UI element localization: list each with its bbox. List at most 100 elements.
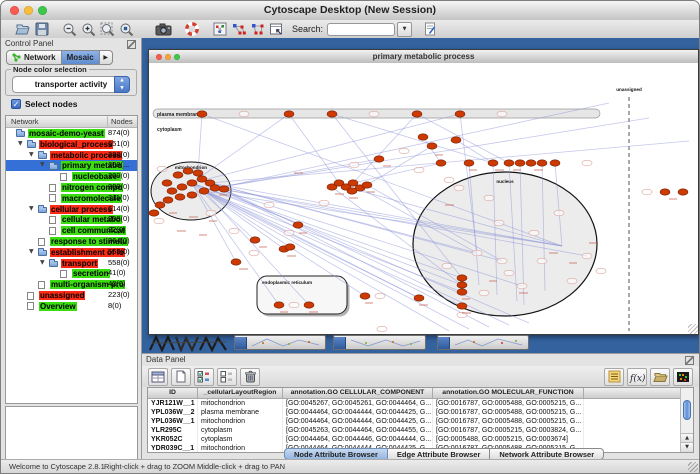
birds-eye-view[interactable]	[5, 406, 138, 463]
unselect-attributes-icon[interactable]	[217, 368, 237, 386]
network-node[interactable]	[347, 188, 357, 194]
open-file-icon[interactable]	[13, 21, 32, 38]
network-node[interactable]	[274, 302, 284, 308]
minimized-network-thumbnail[interactable]	[148, 334, 230, 352]
network-node[interactable]	[526, 160, 536, 166]
tree-row-overview[interactable]: Overview8(0)	[6, 301, 137, 312]
network-node[interactable]	[464, 160, 474, 166]
tree-row-macromolecule[interactable]: macromolecule311(0)	[6, 193, 137, 204]
table-row[interactable]: YJR121W__1mitochondrion[GO:0045267, GO:0…	[148, 399, 693, 408]
table-scrollbar[interactable]: ▲ ▼	[680, 388, 693, 452]
network-node[interactable]	[427, 143, 437, 149]
network-node[interactable]	[193, 170, 203, 176]
network-node[interactable]	[455, 111, 465, 117]
network-node[interactable]	[660, 189, 670, 195]
layout-2-icon[interactable]	[248, 21, 267, 38]
attribute-list-icon[interactable]	[604, 368, 624, 386]
expand-triangle-icon[interactable]: ▼	[18, 139, 23, 150]
network-node[interactable]	[197, 111, 207, 117]
tree-row-mosaic-demo-yeast[interactable]: mosaic-demo-yeast874(0)	[6, 128, 137, 139]
network-view-window[interactable]: primary metabolic process plasma membran…	[148, 49, 699, 335]
new-attribute-icon[interactable]	[171, 368, 191, 386]
tree-row-response-to-stimulu[interactable]: response to stimulu264(0)	[6, 236, 137, 247]
tree-row-biological-process[interactable]: ▼biological_process651(0)	[6, 139, 137, 150]
tree-row-cellular-process[interactable]: ▼cellular process614(0)	[6, 204, 137, 215]
tab-network[interactable]: Network	[6, 50, 62, 65]
network-node[interactable]	[250, 237, 260, 243]
scrollbar-thumb[interactable]	[683, 400, 691, 420]
network-node[interactable]	[187, 180, 197, 186]
tree-row-multi-organism-pro[interactable]: multi-organism pro42(0)	[6, 279, 137, 290]
network-node[interactable]	[678, 189, 688, 195]
select-attributes-icon[interactable]	[194, 368, 214, 386]
import-table-icon[interactable]	[650, 368, 670, 386]
tree-row-nucleobase-[interactable]: nucleobase-209(0)	[6, 171, 137, 182]
matrix-icon[interactable]	[673, 368, 693, 386]
network-node[interactable]	[327, 111, 337, 117]
zoom-window-icon[interactable]	[174, 54, 180, 60]
delete-attribute-icon[interactable]	[240, 368, 260, 386]
search-dropdown-icon[interactable]: ▼	[397, 22, 412, 37]
scroll-down-icon[interactable]: ▼	[681, 442, 693, 452]
layout-1-icon[interactable]	[229, 21, 248, 38]
table-icon[interactable]	[148, 368, 168, 386]
network-node[interactable]	[219, 186, 229, 192]
network-node[interactable]	[418, 134, 428, 140]
network-node[interactable]	[231, 259, 241, 265]
close-icon[interactable]	[156, 54, 162, 60]
tree-row-unassigned[interactable]: unassigned223(0)	[6, 290, 137, 301]
minimized-window[interactable]	[333, 335, 426, 350]
network-node[interactable]	[149, 210, 159, 216]
network-node[interactable]	[183, 168, 193, 174]
tree-row-primary-metabo[interactable]: ▼primary metabo209(...	[6, 160, 137, 171]
network-node[interactable]	[162, 180, 172, 186]
network-node[interactable]	[199, 188, 209, 194]
annotation-icon[interactable]	[421, 21, 440, 38]
expand-triangle-icon[interactable]: ▼	[29, 204, 34, 215]
select-nodes-checkbox[interactable]: ✓	[11, 99, 21, 109]
network-node[interactable]	[457, 275, 467, 281]
float-panel-icon[interactable]	[127, 40, 136, 49]
network-node[interactable]	[187, 192, 197, 198]
table-row[interactable]: YPL036W__1mitochondrion[GO:0044464, GO:0…	[148, 417, 693, 426]
expand-triangle-icon[interactable]: ▼	[29, 247, 34, 258]
column-header[interactable]: _cellularLayoutRegion	[198, 388, 283, 398]
network-node[interactable]	[457, 282, 467, 288]
help-icon[interactable]	[182, 21, 201, 38]
network-node[interactable]	[167, 188, 177, 194]
tree-row-secretion[interactable]: secretion41(0)	[6, 268, 137, 279]
column-header[interactable]: annotation.GO CELLULAR_COMPONENT	[283, 388, 433, 398]
network-node[interactable]	[304, 302, 314, 308]
network-node[interactable]	[457, 289, 467, 295]
tree-row-cell-communicat[interactable]: cell communicat22(0)	[6, 225, 137, 236]
node-color-dropdown[interactable]: transporter activity ▲▼	[12, 76, 130, 93]
network-node[interactable]	[436, 160, 446, 166]
network-node[interactable]	[175, 194, 185, 200]
network-node[interactable]	[285, 244, 295, 250]
network-node[interactable]	[515, 160, 525, 166]
table-row[interactable]: YPL036W__2plasma membrane[GO:0044464, GO…	[148, 408, 693, 417]
column-header[interactable]: ID	[148, 388, 198, 398]
network-node[interactable]	[504, 160, 514, 166]
network-node[interactable]	[457, 303, 467, 309]
network-window-titlebar[interactable]: primary metabolic process	[149, 50, 698, 64]
network-node[interactable]	[488, 160, 498, 166]
network-node[interactable]	[177, 184, 187, 190]
network-node[interactable]	[173, 172, 183, 178]
expand-triangle-icon[interactable]: ▼	[29, 150, 34, 161]
network-node[interactable]	[360, 293, 370, 299]
save-session-icon[interactable]	[32, 21, 51, 38]
network-node[interactable]	[293, 222, 303, 228]
network-node[interactable]	[362, 182, 372, 188]
network-node[interactable]	[374, 156, 384, 162]
column-header[interactable]: annotation.GO MOLECULAR_FUNCTION	[433, 388, 584, 398]
import-network-icon[interactable]	[267, 21, 286, 38]
table-row[interactable]: YKR052Ccytoplasm[GO:0044464, GO:0044446,…	[148, 435, 693, 444]
zoom-fit-icon[interactable]	[98, 21, 117, 38]
network-node[interactable]	[210, 185, 220, 191]
window-resize-grip[interactable]	[688, 324, 698, 334]
network-canvas[interactable]: plasma membrane cytoplasm mitochondrion …	[149, 63, 698, 334]
zoom-selected-icon[interactable]	[117, 21, 136, 38]
table-row[interactable]: YLR295Ccytoplasm[GO:0045263, GO:0044464,…	[148, 426, 693, 435]
snapshot-icon[interactable]	[154, 21, 173, 38]
